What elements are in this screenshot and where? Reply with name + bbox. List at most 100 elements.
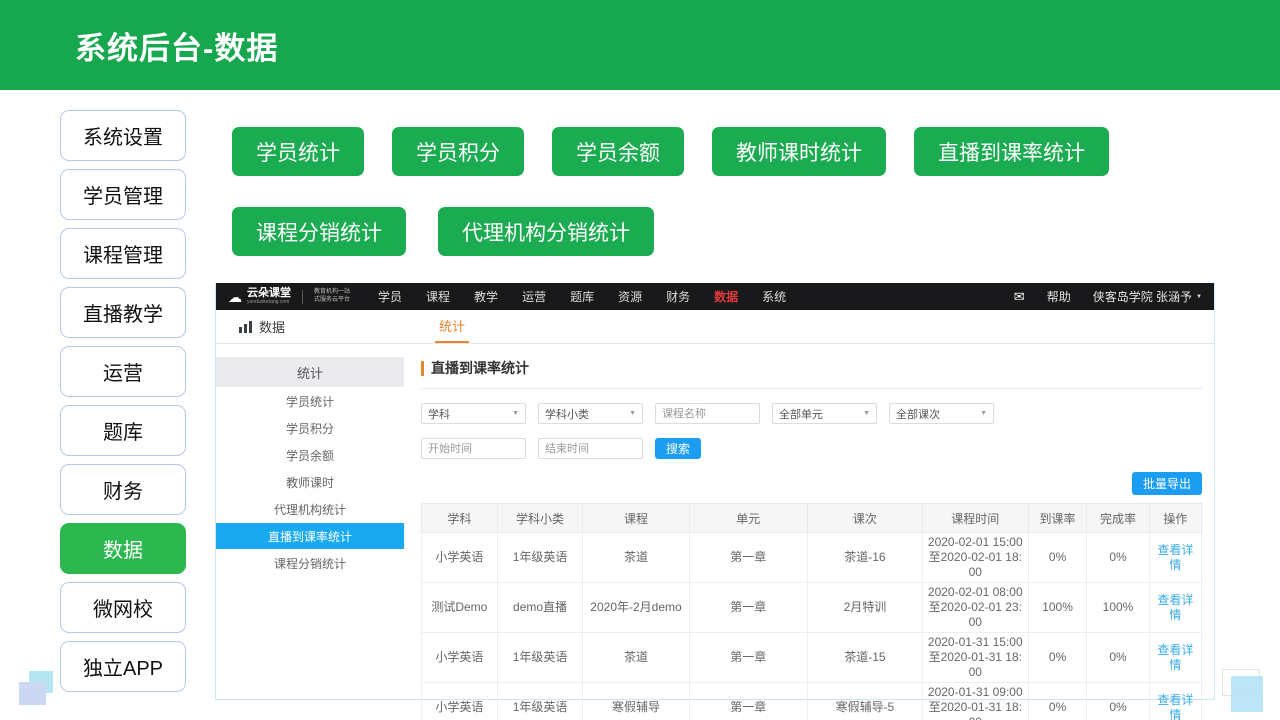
sidebar-item-system-settings[interactable]: 系统设置 (60, 110, 186, 161)
input-start-time[interactable] (421, 438, 526, 459)
table-cell: 小学英语 (422, 533, 498, 583)
table-cell: 茶道 (583, 533, 689, 583)
nav-item-resources[interactable]: 资源 (618, 288, 642, 305)
select-subject-subcategory[interactable]: 学科小类 ▼ (538, 403, 643, 424)
subnav-item-agency-stats[interactable]: 代理机构统计 (216, 496, 404, 522)
table-cell: 测试Demo (422, 583, 498, 633)
title-divider (421, 388, 1202, 389)
nav-item-question-bank[interactable]: 题库 (570, 288, 594, 305)
table-cell: 0% (1087, 683, 1149, 720)
search-button[interactable]: 搜索 (655, 438, 701, 459)
select-lesson[interactable]: 全部课次 ▼ (889, 403, 994, 424)
table-cell: 茶道-16 (808, 533, 923, 583)
sidebar-item-student-management[interactable]: 学员管理 (60, 169, 186, 220)
admin-side-menu: 统计 学员统计 学员积分 学员余额 教师课时 代理机构统计 直播到课率统计 课程… (216, 344, 404, 699)
admin-top-navbar: ☁ 云朵课堂 yunduoketang.com 教育机构一站 式服务云平台 学员… (216, 283, 1214, 310)
table-row: 小学英语 1年级英语 茶道 第一章 茶道-15 2020-01-31 15:00… (422, 633, 1202, 683)
subnav-item-student-stats[interactable]: 学员统计 (216, 388, 404, 414)
subnav-item-student-points[interactable]: 学员积分 (216, 415, 404, 441)
input-course-name[interactable] (655, 403, 760, 424)
sidebar-item-standalone-app[interactable]: 独立APP (60, 641, 186, 692)
quick-buttons: 学员统计 学员积分 学员余额 教师课时统计 直播到课率统计 课程分销统计 代理机… (232, 127, 1109, 256)
col-header: 课次 (808, 504, 923, 533)
select-unit[interactable]: 全部单元 ▼ (772, 403, 877, 424)
table-cell: 查看详情 (1149, 633, 1201, 683)
chip-agency-distribution-stats[interactable]: 代理机构分销统计 (438, 207, 654, 256)
subnav-item-student-balance[interactable]: 学员余额 (216, 442, 404, 468)
content-title-row: 直播到课率统计 (421, 358, 1202, 378)
table-cell: 0% (1028, 533, 1087, 583)
view-details-link[interactable]: 查看详情 (1157, 543, 1193, 572)
table-cell: 查看详情 (1149, 683, 1201, 720)
table-cell: 寒假辅导 (583, 683, 689, 720)
subnav-item-course-distribution-stats[interactable]: 课程分销统计 (216, 550, 404, 576)
table-cell: 第一章 (689, 633, 808, 683)
col-header: 学科 (422, 504, 498, 533)
table-cell: demo直播 (497, 583, 583, 633)
select-subject[interactable]: 学科 ▼ (421, 403, 526, 424)
table-cell: 0% (1028, 683, 1087, 720)
nav-item-teaching[interactable]: 教学 (474, 288, 498, 305)
chevron-down-icon: ▼ (629, 410, 636, 417)
input-end-time[interactable] (538, 438, 643, 459)
sidebar-item-finance[interactable]: 财务 (60, 464, 186, 515)
view-details-link[interactable]: 查看详情 (1157, 693, 1193, 720)
tab-statistics[interactable]: 统计 (435, 309, 469, 343)
help-link[interactable]: 帮助 (1047, 288, 1071, 305)
chip-course-distribution-stats[interactable]: 课程分销统计 (232, 207, 406, 256)
nav-item-system[interactable]: 系统 (762, 288, 786, 305)
nav-item-data[interactable]: 数据 (714, 288, 738, 305)
logo-divider (302, 290, 303, 304)
admin-nav-menu: 学员 课程 教学 运营 题库 资源 财务 数据 系统 (378, 288, 786, 305)
subnav-item-teacher-hours[interactable]: 教师课时 (216, 469, 404, 495)
account-menu[interactable]: 侠客岛学院 张涵予 ▼ (1093, 288, 1202, 305)
chevron-down-icon: ▼ (980, 410, 987, 417)
sidebar-item-data[interactable]: 数据 (60, 523, 186, 574)
sidebar-item-course-management[interactable]: 课程管理 (60, 228, 186, 279)
table-cell: 查看详情 (1149, 533, 1201, 583)
col-header: 单元 (689, 504, 808, 533)
nav-item-operations[interactable]: 运营 (522, 288, 546, 305)
content-title: 直播到课率统计 (431, 358, 529, 378)
chip-live-attendance-stats[interactable]: 直播到课率统计 (914, 127, 1109, 176)
sidebar-item-micro-school[interactable]: 微网校 (60, 582, 186, 633)
table-cell: 寒假辅导-5 (808, 683, 923, 720)
chip-student-balance[interactable]: 学员余额 (552, 127, 684, 176)
table-header-row: 学科 学科小类 课程 单元 课次 课程时间 到课率 完成率 操作 (422, 504, 1202, 533)
table-cell: 2020-01-31 15:00至2020-01-31 18:00 (922, 633, 1028, 683)
table-cell: 第一章 (689, 683, 808, 720)
table-cell: 茶道 (583, 633, 689, 683)
logo-domain-text: yunduoketang.com (247, 300, 291, 305)
sidebar-item-live-teaching[interactable]: 直播教学 (60, 287, 186, 338)
chip-student-stats[interactable]: 学员统计 (232, 127, 364, 176)
decoration-square-cyan-right (1231, 676, 1263, 712)
mail-icon[interactable]: ✉ (1014, 289, 1025, 305)
table-cell: 第一章 (689, 583, 808, 633)
subnav-item-live-attendance-stats[interactable]: 直播到课率统计 (216, 523, 404, 549)
table-cell: 0% (1087, 533, 1149, 583)
logo-brand-text: 云朵课堂 (247, 288, 291, 299)
table-cell: 1年级英语 (497, 683, 583, 720)
nav-item-students[interactable]: 学员 (378, 288, 402, 305)
table-cell: 0% (1028, 633, 1087, 683)
table-cell: 100% (1087, 583, 1149, 633)
caret-down-icon: ▼ (1196, 294, 1202, 300)
admin-nav-right: ✉ 帮助 侠客岛学院 张涵予 ▼ (1014, 288, 1202, 305)
sidebar-item-question-bank[interactable]: 题库 (60, 405, 186, 456)
batch-export-button[interactable]: 批量导出 (1132, 472, 1202, 495)
nav-item-finance[interactable]: 财务 (666, 288, 690, 305)
col-header: 课程时间 (922, 504, 1028, 533)
chip-teacher-hours-stats[interactable]: 教师课时统计 (712, 127, 886, 176)
chevron-down-icon: ▼ (863, 410, 870, 417)
side-menu-header: 统计 (216, 357, 404, 387)
view-details-link[interactable]: 查看详情 (1157, 593, 1193, 622)
chip-student-points[interactable]: 学员积分 (392, 127, 524, 176)
nav-item-courses[interactable]: 课程 (426, 288, 450, 305)
sidebar-item-operations[interactable]: 运营 (60, 346, 186, 397)
view-details-link[interactable]: 查看详情 (1157, 643, 1193, 672)
col-header: 课程 (583, 504, 689, 533)
table-cell: 小学英语 (422, 633, 498, 683)
col-header: 学科小类 (497, 504, 583, 533)
table-cell: 茶道-15 (808, 633, 923, 683)
table-cell: 2020年-2月demo (583, 583, 689, 633)
